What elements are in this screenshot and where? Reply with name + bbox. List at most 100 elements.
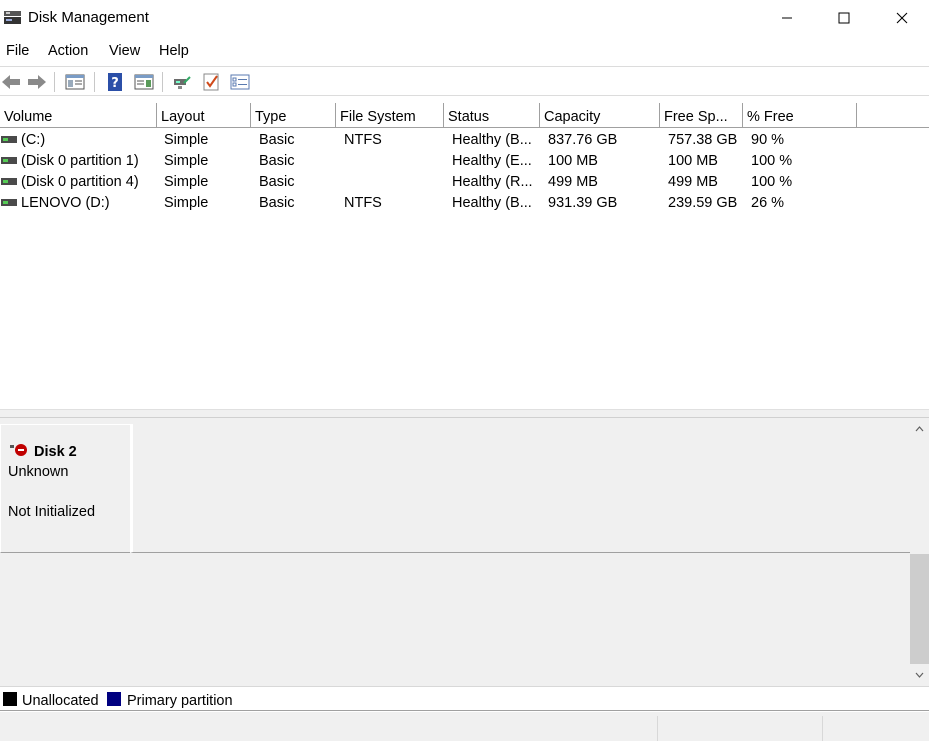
forward-arrow-icon bbox=[28, 75, 46, 89]
cell-status: Healthy (B... bbox=[452, 195, 532, 211]
cell-type: Basic bbox=[259, 195, 295, 211]
menu-help[interactable]: Help bbox=[159, 43, 189, 59]
legend-swatch-unallocated bbox=[3, 692, 17, 706]
pane-splitter[interactable] bbox=[0, 409, 929, 418]
volume-drive-icon bbox=[1, 199, 17, 206]
toolbar-separator bbox=[54, 72, 55, 92]
help-icon: ? bbox=[108, 73, 122, 91]
show-hide-console-tree-button[interactable] bbox=[64, 71, 86, 93]
back-button[interactable] bbox=[0, 71, 22, 93]
cell-free-space: 499 MB bbox=[668, 174, 718, 190]
disk-status: Not Initialized bbox=[8, 504, 96, 520]
volume-list-pane: Volume Layout Type File System Status Ca… bbox=[0, 103, 929, 409]
column-header-empty bbox=[857, 103, 929, 128]
cell-status: Healthy (R... bbox=[452, 174, 533, 190]
cell-volume: (Disk 0 partition 1) bbox=[21, 153, 139, 169]
status-divider bbox=[822, 716, 823, 741]
menu-view[interactable]: View bbox=[109, 43, 140, 59]
status-bar bbox=[0, 712, 929, 741]
column-header-layout[interactable]: Layout bbox=[157, 103, 251, 128]
cell-percent-free: 100 % bbox=[751, 174, 793, 190]
disk-not-initialized-icon bbox=[10, 444, 27, 456]
chevron-up-icon bbox=[915, 426, 924, 432]
disk-type: Unknown bbox=[8, 464, 69, 480]
cell-status: Healthy (E... bbox=[452, 153, 532, 169]
legend-bar: Unallocated Primary partition bbox=[0, 686, 929, 711]
column-header-status[interactable]: Status bbox=[444, 103, 540, 128]
status-divider bbox=[657, 716, 658, 741]
check-button[interactable] bbox=[200, 71, 222, 93]
cell-free-space: 239.59 GB bbox=[668, 195, 738, 211]
cell-capacity: 100 MB bbox=[548, 153, 598, 169]
show-hide-action-pane-button[interactable] bbox=[133, 71, 155, 93]
cell-layout: Simple bbox=[164, 195, 209, 211]
disk-name: Disk 2 bbox=[34, 444, 77, 460]
cell-percent-free: 90 % bbox=[751, 132, 785, 148]
connect-disk-icon bbox=[174, 76, 191, 89]
maximize-button[interactable] bbox=[821, 0, 867, 36]
cell-status: Healthy (B... bbox=[452, 132, 532, 148]
scroll-down-button[interactable] bbox=[910, 666, 929, 684]
table-row[interactable]: (C:) Simple Basic NTFS Healthy (B... 837… bbox=[0, 130, 929, 151]
vertical-scrollbar[interactable] bbox=[910, 418, 929, 686]
disk-graphical-pane: Disk 2 Unknown Not Initialized bbox=[0, 418, 929, 686]
close-icon bbox=[896, 12, 908, 24]
disk-2-label-box[interactable]: Disk 2 Unknown Not Initialized bbox=[0, 424, 130, 553]
cell-capacity: 931.39 GB bbox=[548, 195, 618, 211]
cell-type: Basic bbox=[259, 174, 295, 190]
legend-swatch-primary-partition bbox=[107, 692, 121, 706]
column-header-volume[interactable]: Volume bbox=[0, 103, 157, 128]
column-header-percent-free[interactable]: % Free bbox=[743, 103, 857, 128]
table-row[interactable]: (Disk 0 partition 1) Simple Basic Health… bbox=[0, 151, 929, 172]
help-button[interactable]: ? bbox=[104, 71, 126, 93]
svg-text:?: ? bbox=[111, 76, 119, 91]
cell-capacity: 837.76 GB bbox=[548, 132, 618, 148]
cell-capacity: 499 MB bbox=[548, 174, 598, 190]
volume-drive-icon bbox=[1, 157, 17, 164]
window-title: Disk Management bbox=[28, 9, 149, 26]
cell-type: Basic bbox=[259, 153, 295, 169]
close-button[interactable] bbox=[879, 0, 925, 36]
minimize-button[interactable] bbox=[764, 0, 810, 36]
cell-layout: Simple bbox=[164, 174, 209, 190]
scroll-up-button[interactable] bbox=[910, 420, 929, 438]
menu-action[interactable]: Action bbox=[48, 43, 88, 59]
cell-layout: Simple bbox=[164, 132, 209, 148]
column-header-file-system[interactable]: File System bbox=[336, 103, 444, 128]
column-header-capacity[interactable]: Capacity bbox=[540, 103, 660, 128]
back-arrow-icon bbox=[2, 75, 20, 89]
cell-percent-free: 100 % bbox=[751, 153, 793, 169]
scrollbar-thumb[interactable] bbox=[910, 554, 929, 664]
cell-percent-free: 26 % bbox=[751, 195, 785, 211]
cell-file-system: NTFS bbox=[344, 132, 382, 148]
disk-2-space-region[interactable] bbox=[130, 424, 910, 553]
chevron-down-icon bbox=[915, 672, 924, 678]
cell-type: Basic bbox=[259, 132, 295, 148]
disk-management-app-icon bbox=[4, 11, 21, 24]
cell-volume: LENOVO (D:) bbox=[21, 195, 110, 211]
column-header-free-space[interactable]: Free Sp... bbox=[660, 103, 743, 128]
cell-free-space: 757.38 GB bbox=[668, 132, 738, 148]
forward-button[interactable] bbox=[26, 71, 48, 93]
menu-file[interactable]: File bbox=[6, 43, 29, 59]
checklist-icon bbox=[203, 73, 219, 91]
cell-volume: (C:) bbox=[21, 132, 46, 148]
console-tree-icon bbox=[65, 74, 85, 90]
volume-drive-icon bbox=[1, 136, 17, 143]
properties-button[interactable] bbox=[229, 71, 251, 93]
cell-layout: Simple bbox=[164, 153, 209, 169]
table-row[interactable]: LENOVO (D:) Simple Basic NTFS Healthy (B… bbox=[0, 193, 929, 214]
menu-bar: File Action View Help bbox=[0, 40, 929, 64]
table-row[interactable]: (Disk 0 partition 4) Simple Basic Health… bbox=[0, 172, 929, 193]
connect-virtual-disk-button[interactable] bbox=[171, 71, 193, 93]
cell-free-space: 100 MB bbox=[668, 153, 718, 169]
cell-volume: (Disk 0 partition 4) bbox=[21, 174, 139, 190]
action-pane-icon bbox=[134, 74, 154, 90]
toolbar: ? bbox=[0, 66, 929, 96]
legend-label-primary-partition: Primary partition bbox=[127, 693, 233, 709]
properties-icon bbox=[230, 74, 250, 90]
cell-file-system: NTFS bbox=[344, 195, 382, 211]
column-header-type[interactable]: Type bbox=[251, 103, 336, 128]
maximize-icon bbox=[838, 12, 850, 24]
toolbar-separator bbox=[94, 72, 95, 92]
